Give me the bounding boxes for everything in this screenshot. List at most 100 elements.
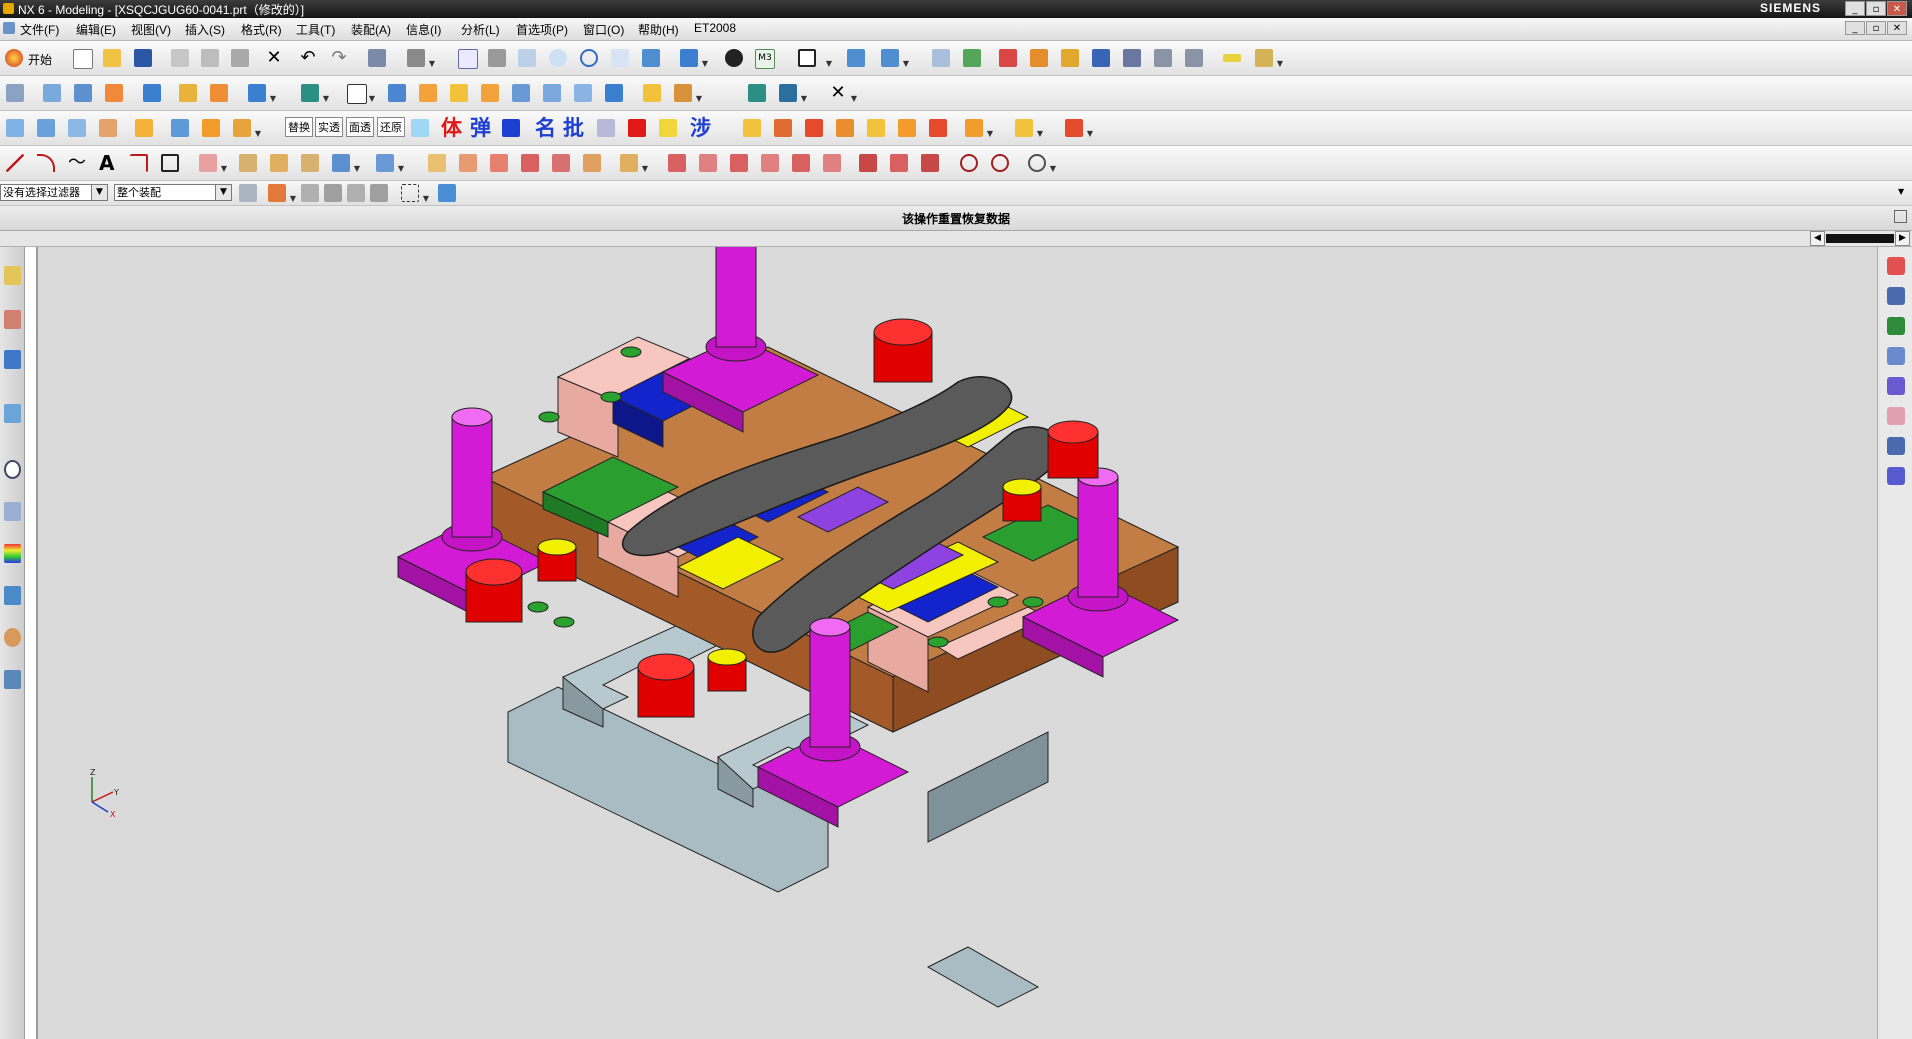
process-studio-tab[interactable] bbox=[1, 581, 23, 611]
constraint-navigator-tab[interactable] bbox=[1, 345, 23, 375]
vector-button[interactable] bbox=[1089, 46, 1113, 70]
t-tool-tab[interactable] bbox=[1885, 285, 1907, 309]
dropdown-arrow-icon[interactable]: ▼ bbox=[429, 59, 435, 68]
text-button[interactable]: A bbox=[96, 151, 120, 175]
line-button[interactable] bbox=[3, 151, 27, 175]
pan-button[interactable] bbox=[608, 46, 632, 70]
sketch-curve-button-4[interactable] bbox=[758, 151, 782, 175]
menu-view[interactable]: 视图(V) bbox=[131, 21, 171, 38]
dropdown-arrow-icon[interactable]: ▼ bbox=[290, 194, 296, 203]
mold-tool-button-10[interactable]: ▼ bbox=[1062, 116, 1093, 140]
fillet-button[interactable] bbox=[127, 151, 151, 175]
edit-curve-button-3[interactable] bbox=[487, 151, 511, 175]
surface-button-1[interactable] bbox=[3, 116, 27, 140]
layer-button[interactable]: M3 bbox=[752, 46, 778, 70]
dropdown-arrow-icon[interactable]: ▼ bbox=[851, 94, 857, 103]
split-body-button[interactable] bbox=[602, 81, 626, 105]
dropdown-arrow-icon[interactable]: ▼ bbox=[369, 94, 375, 103]
sketch-curve-button-1[interactable] bbox=[665, 151, 689, 175]
status-scroll-left-button[interactable]: ◀ bbox=[1810, 231, 1825, 246]
scope-dropdown[interactable]: 整个装配 ▼ bbox=[114, 184, 232, 201]
circle-tangent-button[interactable] bbox=[988, 151, 1012, 175]
replace-button[interactable]: 替换 bbox=[285, 117, 313, 137]
solid-transparent-button[interactable]: 实透 bbox=[315, 117, 343, 137]
dropdown-arrow-icon[interactable]: ▼ bbox=[354, 164, 360, 173]
repeat-command-button[interactable] bbox=[365, 46, 389, 70]
menu-preferences[interactable]: 首选项(P) bbox=[516, 21, 568, 38]
surface-button-6[interactable] bbox=[168, 116, 192, 140]
mirror-part-button[interactable] bbox=[594, 116, 618, 140]
select-button[interactable]: ▼ bbox=[404, 46, 435, 70]
dropdown-arrow-icon[interactable]: ▼ bbox=[423, 194, 429, 203]
mold-tool-button-5[interactable] bbox=[864, 116, 888, 140]
circle-3pt-button[interactable]: ▼ bbox=[1025, 151, 1056, 175]
dropdown-arrow-icon[interactable]: ▼ bbox=[826, 59, 832, 68]
edge-blend-button[interactable] bbox=[385, 81, 409, 105]
boss-button[interactable] bbox=[207, 81, 231, 105]
mold-wizard-tab[interactable] bbox=[1885, 255, 1907, 279]
measure-angle-button[interactable] bbox=[1182, 46, 1206, 70]
edit-curve-button-5[interactable] bbox=[549, 151, 573, 175]
menu-insert[interactable]: 插入(S) bbox=[185, 21, 225, 38]
minimize-button[interactable]: _ bbox=[1845, 1, 1865, 16]
palette-tab[interactable] bbox=[1, 539, 23, 569]
work-layer-button[interactable]: ▼ bbox=[795, 46, 832, 70]
system-visualization-tab[interactable] bbox=[1, 665, 23, 695]
menu-tools[interactable]: 工具(T) bbox=[296, 21, 335, 38]
dropdown-arrow-icon[interactable]: ▼ bbox=[903, 59, 909, 68]
rectangle-button[interactable] bbox=[158, 151, 182, 175]
drafting-button[interactable]: ▼ bbox=[1252, 46, 1283, 70]
datum-button[interactable] bbox=[1058, 46, 1082, 70]
menu-help[interactable]: 帮助(H) bbox=[638, 21, 679, 38]
plane-button[interactable] bbox=[1027, 46, 1051, 70]
fit-button[interactable] bbox=[455, 46, 479, 70]
cut-button[interactable] bbox=[168, 46, 192, 70]
scale-body-button[interactable]: ▼ bbox=[671, 81, 702, 105]
draft-button[interactable] bbox=[478, 81, 502, 105]
measure-button[interactable] bbox=[1151, 46, 1175, 70]
sketch-curve-button-2[interactable] bbox=[696, 151, 720, 175]
dropdown-arrow-icon[interactable]: ▼ bbox=[1037, 129, 1043, 138]
dropdown-arrow-icon[interactable]: ▼ bbox=[642, 164, 648, 173]
body-tool-button[interactable]: 体 bbox=[441, 116, 462, 140]
menu-edit[interactable]: 编辑(E) bbox=[76, 21, 116, 38]
name-tool-button[interactable]: 名 bbox=[535, 116, 556, 140]
pocket-button[interactable]: ▼ bbox=[245, 81, 276, 105]
sketch-curve-button-8[interactable] bbox=[887, 151, 911, 175]
open-button[interactable] bbox=[100, 46, 124, 70]
dropdown-arrow-icon[interactable]: ▼ bbox=[323, 94, 329, 103]
tri-tool-tab[interactable] bbox=[1885, 375, 1907, 399]
dropdown-arrow-icon[interactable]: ▼ bbox=[1050, 164, 1056, 173]
menu-assemblies[interactable]: 装配(A) bbox=[351, 21, 391, 38]
part-navigator-tab[interactable] bbox=[1, 305, 23, 335]
arc-button[interactable] bbox=[34, 151, 58, 175]
face-button[interactable]: ▼ bbox=[344, 81, 375, 105]
offset-face-button[interactable] bbox=[640, 81, 664, 105]
thumb-tool-tab[interactable] bbox=[1885, 465, 1907, 489]
batch-tool-button[interactable]: 批 bbox=[563, 116, 584, 140]
dropdown-arrow-icon[interactable]: ▼ bbox=[398, 164, 404, 173]
spline-button[interactable]: 〜 bbox=[65, 151, 89, 175]
grid-tool-button[interactable] bbox=[499, 116, 523, 140]
rotate-button[interactable] bbox=[577, 46, 601, 70]
csys-button[interactable] bbox=[1120, 46, 1144, 70]
edit-curve-button-6[interactable] bbox=[580, 151, 604, 175]
mold-tool-button-9[interactable]: ▼ bbox=[1012, 116, 1043, 140]
surface-button-4[interactable] bbox=[96, 116, 120, 140]
snap-button[interactable] bbox=[844, 46, 868, 70]
zoom-window-button[interactable] bbox=[485, 46, 509, 70]
instance-button[interactable] bbox=[745, 81, 769, 105]
dropdown-arrow-icon[interactable]: ▼ bbox=[987, 129, 993, 138]
intersect-curve-button[interactable] bbox=[267, 151, 291, 175]
wcs-button[interactable]: ▼ bbox=[878, 46, 909, 70]
reuse-library-tab[interactable] bbox=[1, 497, 23, 527]
assembly-button[interactable] bbox=[3, 81, 27, 105]
project-curve-button[interactable] bbox=[236, 151, 260, 175]
type-filter-button[interactable] bbox=[236, 181, 260, 205]
zoom-button[interactable] bbox=[515, 46, 539, 70]
thicken-button[interactable] bbox=[509, 81, 533, 105]
block-button[interactable] bbox=[140, 81, 164, 105]
shell-button[interactable] bbox=[540, 81, 564, 105]
assembly-navigator-tab[interactable] bbox=[1, 261, 23, 291]
mold-tool-button-6[interactable] bbox=[895, 116, 919, 140]
